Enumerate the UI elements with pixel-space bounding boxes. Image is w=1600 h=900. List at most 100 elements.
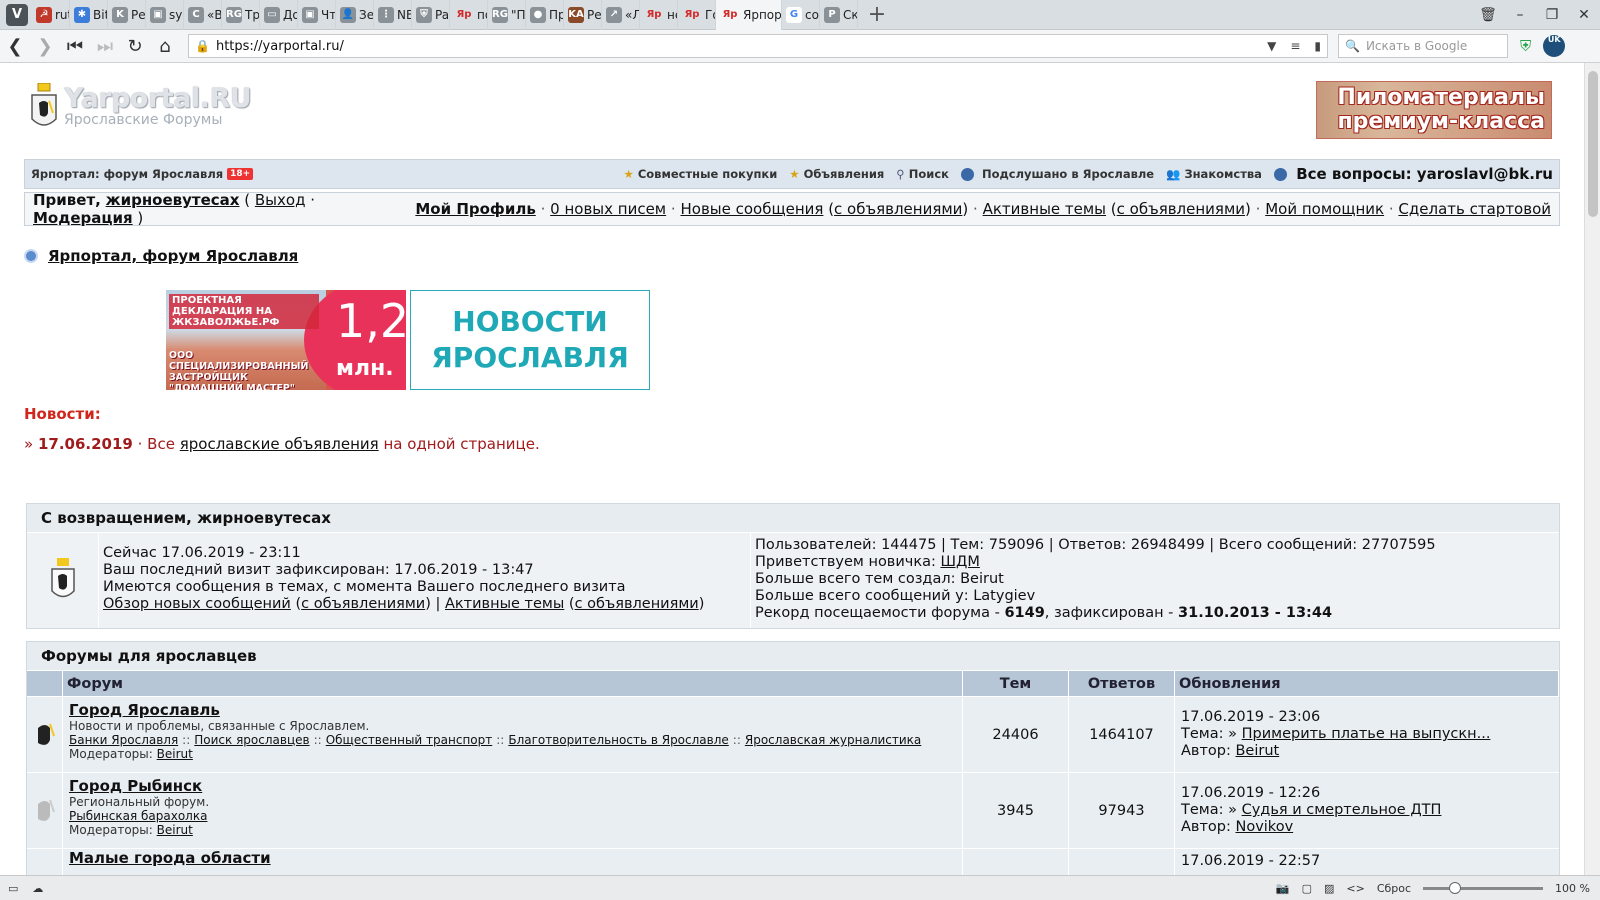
dating-link[interactable]: 👥 Знакомства [1166,167,1262,181]
update-date: 17.06.2019 - 23:06 [1181,709,1321,725]
new-posts-link[interactable]: Новые сообщения [680,200,823,218]
sickle-icon: ☭ [36,6,52,23]
tab-2[interactable]: KРецен [108,0,146,30]
forward-button[interactable]: ❯ [30,36,60,57]
window-icon[interactable]: ▢ [1302,882,1312,895]
tab-19[interactable]: Gсохра [782,0,820,30]
image-icon[interactable]: ▨ [1324,882,1334,895]
new-posts-with-ads-link[interactable]: с объявлениями [834,200,962,218]
tab-14[interactable]: KAРецен [564,0,602,30]
news-text-post: на одной странице. [383,435,540,453]
scrollbar-thumb[interactable] [1588,71,1598,217]
tab-12[interactable]: RG"Пира [488,0,526,30]
minimize-button[interactable]: – [1504,7,1536,23]
tab-4[interactable]: C«Восх [184,0,222,30]
zoom-reset[interactable]: Сброс [1377,882,1411,895]
overheard-link[interactable]: Подслушано в Ярославле [960,167,1154,181]
tab-9[interactable]: ⋮NEWS [374,0,412,30]
subforum-link[interactable]: Поиск ярославцев [194,733,309,747]
tab-5[interactable]: RGТрейл [222,0,260,30]
news-heading: Новости: [24,405,101,423]
tab-17[interactable]: Яр Город [678,0,716,30]
tab-8[interactable]: 👤Зерка [336,0,374,30]
vivaldi-menu-icon[interactable]: V [6,3,28,26]
breadcrumb-home-link[interactable]: Ярпортал, форум Ярославля [48,247,298,265]
lumber-ad-banner[interactable]: Пиломатериалы премиум-класса [1316,81,1552,139]
review-new-link[interactable]: Обзор новых сообщений [103,596,291,612]
newbie-link[interactable]: ШДМ [940,554,979,570]
bookmark-icon[interactable]: ▮ [1314,39,1321,53]
helper-link[interactable]: Мой помощник [1265,200,1384,218]
panel-toggle-icon[interactable]: ▭ [8,882,18,895]
search-link[interactable]: ⚲ Поиск [896,167,949,181]
new-tab-button[interactable]: + [864,2,890,28]
my-profile-link[interactable]: Мой Профиль [415,200,535,218]
search-field[interactable]: 🔍 Искать в Google [1338,34,1508,58]
tab-11[interactable]: Ярпосов [450,0,488,30]
news-ad[interactable]: НОВОСТИ ЯРОСЛАВЛЯ [410,290,650,390]
maximize-button[interactable]: ❐ [1536,7,1568,23]
joint-purchases-link[interactable]: ★ Совместные покупки [624,167,778,181]
fast-forward-button[interactable]: ⏭ [90,36,120,57]
review-new-ads-link[interactable]: с объявлениями [301,596,425,612]
camera-icon[interactable]: 📷 [1276,882,1290,895]
logout-link[interactable]: Выход [255,191,306,209]
code-icon[interactable]: <> [1346,882,1364,895]
logo-title: Yarportal.RU [64,83,252,114]
subforum-link[interactable]: Благотворительность в Ярославле [508,733,728,747]
news-link[interactable]: ярославские объявления [180,435,379,453]
forum-title-link[interactable]: Город Ярославль [69,703,956,718]
tab-0[interactable]: ☭rutor.i [32,0,70,30]
subforum-link[interactable]: Ярославская журналистика [745,733,921,747]
reader-icon[interactable]: ≡ [1290,39,1300,53]
tab-3[interactable]: ▣synth [146,0,184,30]
cloud-icon[interactable]: ☁ [32,882,43,895]
uk-extension-icon[interactable]: UK [1543,35,1566,57]
back-button[interactable]: ❮ [0,36,30,57]
forum-title-link[interactable]: Город Рыбинск [69,779,956,794]
subforum-link[interactable]: Общественный транспорт [326,733,493,747]
p-icon: P [824,6,840,23]
active-topics-link[interactable]: Активные темы [983,200,1106,218]
reload-button[interactable]: ↻ [120,36,150,57]
contact-email[interactable]: Все вопросы: yaroslavl@bk.ru [1273,165,1553,183]
moderation-link[interactable]: Модерация [33,209,133,227]
tab-18[interactable]: Яр Ярпор [716,0,782,30]
home-button[interactable]: ⌂ [150,36,180,57]
subforum-link[interactable]: Банки Ярославля [69,733,178,747]
moderator-link[interactable]: Beirut [157,747,193,761]
subforum-link[interactable]: Рыбинская барахолка [69,809,207,823]
site-logo[interactable]: Yarportal.RU Ярославские Форумы [30,82,252,133]
tab-7[interactable]: ▣Что д [298,0,336,30]
tab-10[interactable]: ⛨Palad [412,0,450,30]
messages-link[interactable]: 0 новых писем [550,200,666,218]
url-field[interactable]: 🔒 https://yarportal.ru/ ▼ ≡ ▮ [188,34,1328,58]
zoom-slider[interactable] [1423,881,1544,894]
table-row: Малые города области 17.06.2019 - 22:57 [27,848,1559,875]
vertical-scrollbar[interactable] [1584,63,1600,875]
rewind-button[interactable]: ⏮ [60,36,90,57]
forum-title-link[interactable]: Малые города области [69,851,956,866]
update-topic-link[interactable]: Примерить платье на выпускн... [1242,726,1491,742]
tab-13[interactable]: ●Прем [526,0,564,30]
update-author-link[interactable]: Novikov [1235,819,1293,835]
tab-1[interactable]: ✱BitTor [70,0,108,30]
active-topics-ads-link-2[interactable]: с объявлениями [575,596,699,612]
set-home-link[interactable]: Сделать стартовой [1398,200,1551,218]
dropdown-icon[interactable]: ▼ [1267,39,1276,53]
trash-icon[interactable]: 🗑 [1472,7,1504,23]
moderator-link[interactable]: Beirut [157,823,193,837]
tab-15[interactable]: ↗«Лицо [602,0,640,30]
update-topic-link[interactable]: Судья и смертельное ДТП [1242,802,1442,818]
tab-6[interactable]: ▭Дома [260,0,298,30]
classifieds-link[interactable]: ★ Объявления [789,167,884,181]
active-topics-link-2[interactable]: Активные темы [445,596,564,612]
tab-16[interactable]: Ярнекор [640,0,678,30]
active-topics-with-ads-link[interactable]: с объявлениями [1117,200,1245,218]
tab-20[interactable]: PСкрин [820,0,858,30]
real-estate-ad[interactable]: ПРОЕКТНАЯ ДЕКЛАРАЦИЯ НА ЖКЗАВОЛЖЬЕ.РФ ОО… [166,290,406,390]
shield-icon[interactable]: ⛨ [1520,37,1531,55]
update-author-link[interactable]: Beirut [1235,743,1279,759]
username-link[interactable]: жирноевутесах [106,191,240,209]
close-window-button[interactable]: ✕ [1568,7,1600,23]
